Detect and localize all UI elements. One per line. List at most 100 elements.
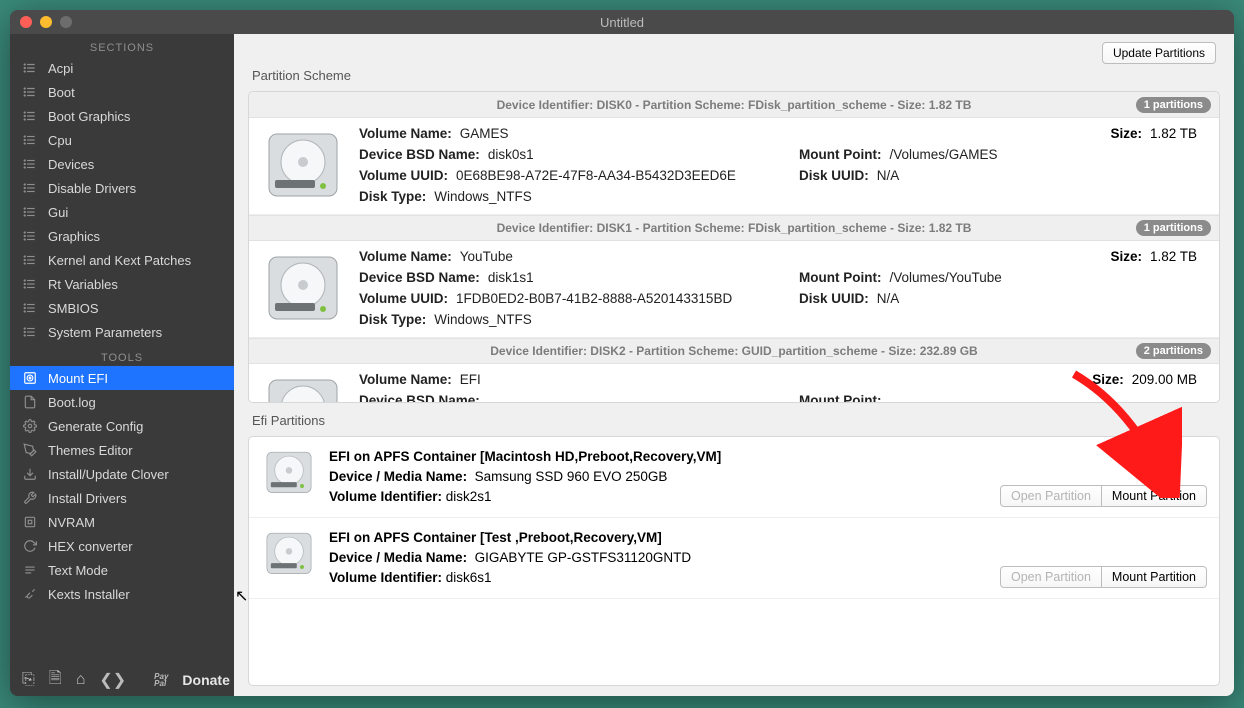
sidebar-item-label: Cpu (48, 133, 72, 148)
disk-icon (263, 528, 315, 580)
sidebar-item-label: Mount EFI (48, 371, 108, 386)
wrench-icon (22, 491, 38, 505)
sidebar-item-boot-graphics[interactable]: Boot Graphics (10, 104, 234, 128)
file-icon[interactable]: 🗎 (49, 667, 62, 694)
sidebar-item-label: Generate Config (48, 419, 143, 434)
partition-scheme-panel[interactable]: Device Identifier: DISK0 - Partition Sch… (248, 91, 1220, 403)
app-window: Untitled SECTIONS Acpi Boot Boot Graphics C… (10, 10, 1234, 696)
sidebar-item-label: Graphics (48, 229, 100, 244)
titlebar: Untitled (10, 10, 1234, 34)
disk-icon (263, 447, 315, 499)
efi-row[interactable]: EFI on APFS Container [Macintosh HD,Preb… (249, 437, 1219, 518)
update-partitions-button[interactable]: Update Partitions (1102, 42, 1216, 64)
sidebar-item-label: NVRAM (48, 515, 95, 530)
partition-row[interactable]: Volume Name:GAMES Device BSD Name:disk0s… (249, 118, 1219, 215)
device-header: Device Identifier: DISK2 - Partition Sch… (249, 338, 1219, 364)
sidebar-item-hex-converter[interactable]: HEX converter (10, 534, 234, 558)
sidebar-item-mount-efi[interactable]: Mount EFI (10, 366, 234, 390)
maximize-icon[interactable] (60, 16, 72, 28)
partition-row[interactable]: Volume Name:EFI Device BSD Name: Mount P… (249, 364, 1219, 403)
sidebar-item-themes-editor[interactable]: Themes Editor (10, 438, 234, 462)
list-icon (22, 229, 38, 243)
home-icon[interactable]: ⌂ (76, 671, 86, 689)
partitions-badge: 2 partitions (1136, 343, 1211, 359)
sidebar-item-install-update-clover[interactable]: Install/Update Clover (10, 462, 234, 486)
sidebar-item-kernel-and-kext-patches[interactable]: Kernel and Kext Patches (10, 248, 234, 272)
sidebar-item-system-parameters[interactable]: System Parameters (10, 320, 234, 344)
list-icon (22, 133, 38, 147)
sidebar-item-label: Text Mode (48, 563, 108, 578)
gear-icon (22, 419, 38, 433)
list-icon (22, 109, 38, 123)
sidebar-item-boot-log[interactable]: Boot.log (10, 390, 234, 414)
open-partition-button[interactable]: Open Partition (1000, 566, 1101, 588)
export-icon[interactable]: ⎘ (22, 671, 35, 689)
disk-icon (263, 249, 343, 329)
sidebar-item-label: Acpi (48, 61, 73, 76)
sidebar-item-label: Disable Drivers (48, 181, 136, 196)
list-icon (22, 301, 38, 315)
download-icon (22, 467, 38, 481)
sidebar-item-label: Kernel and Kext Patches (48, 253, 191, 268)
sidebar-item-label: Rt Variables (48, 277, 118, 292)
paypal-icon: PayPal (154, 673, 168, 687)
sidebar-item-boot[interactable]: Boot (10, 80, 234, 104)
efi-partitions-title: Efi Partitions (234, 409, 1234, 436)
share-icon[interactable]: ❮❯ (99, 670, 126, 690)
disk-icon (263, 126, 343, 206)
disk-icon (263, 372, 343, 403)
close-icon[interactable] (20, 16, 32, 28)
sidebar-item-label: Gui (48, 205, 68, 220)
list-icon (22, 181, 38, 195)
sidebar-item-install-drivers[interactable]: Install Drivers (10, 486, 234, 510)
sidebar-item-nvram[interactable]: NVRAM (10, 510, 234, 534)
partitions-badge: 1 partitions (1136, 97, 1211, 113)
sidebar-item-kexts-installer[interactable]: Kexts Installer (10, 582, 234, 606)
device-header: Device Identifier: DISK1 - Partition Sch… (249, 215, 1219, 241)
efi-row[interactable]: EFI on APFS Container [Test ,Preboot,Rec… (249, 518, 1219, 599)
sidebar-item-disable-drivers[interactable]: Disable Drivers (10, 176, 234, 200)
sidebar-item-label: Boot.log (48, 395, 96, 410)
sidebar-item-label: SMBIOS (48, 301, 99, 316)
device-header-text: Device Identifier: DISK1 - Partition Sch… (497, 221, 972, 235)
mount-partition-button[interactable]: Mount Partition (1101, 566, 1207, 588)
sidebar-item-rt-variables[interactable]: Rt Variables (10, 272, 234, 296)
sidebar-item-graphics[interactable]: Graphics (10, 224, 234, 248)
sidebar-item-smbios[interactable]: SMBIOS (10, 296, 234, 320)
partition-row[interactable]: Volume Name:YouTube Device BSD Name:disk… (249, 241, 1219, 338)
sidebar-item-label: Install/Update Clover (48, 467, 169, 482)
donate-button[interactable]: Donate (182, 672, 229, 688)
list-icon (22, 325, 38, 339)
mount-partition-button[interactable]: Mount Partition (1101, 485, 1207, 507)
minimize-icon[interactable] (40, 16, 52, 28)
refresh-icon (22, 539, 38, 553)
sidebar-item-label: Boot Graphics (48, 109, 130, 124)
disk-icon (22, 371, 38, 385)
list-icon (22, 157, 38, 171)
sidebar: SECTIONS Acpi Boot Boot Graphics Cpu Devices… (10, 34, 234, 696)
sidebar-item-label: System Parameters (48, 325, 162, 340)
sidebar-item-devices[interactable]: Devices (10, 152, 234, 176)
sidebar-item-generate-config[interactable]: Generate Config (10, 414, 234, 438)
list-icon (22, 253, 38, 267)
partition-scheme-title: Partition Scheme (234, 64, 1234, 91)
window-title: Untitled (600, 15, 644, 30)
sections-header: SECTIONS (10, 34, 234, 56)
efi-title: EFI on APFS Container [Test ,Preboot,Rec… (329, 528, 1205, 548)
main-content: Update Partitions Partition Scheme Devic… (234, 34, 1234, 696)
tools-header: TOOLS (10, 344, 234, 366)
sidebar-item-acpi[interactable]: Acpi (10, 56, 234, 80)
partitions-badge: 1 partitions (1136, 220, 1211, 236)
list-icon (22, 277, 38, 291)
sidebar-item-gui[interactable]: Gui (10, 200, 234, 224)
sidebar-item-cpu[interactable]: Cpu (10, 128, 234, 152)
chip-icon (22, 515, 38, 529)
sidebar-item-text-mode[interactable]: Text Mode (10, 558, 234, 582)
text-icon (22, 563, 38, 577)
open-partition-button[interactable]: Open Partition (1000, 485, 1101, 507)
list-icon (22, 205, 38, 219)
device-header-text: Device Identifier: DISK2 - Partition Sch… (490, 344, 977, 358)
device-header: Device Identifier: DISK0 - Partition Sch… (249, 92, 1219, 118)
sidebar-item-label: Boot (48, 85, 75, 100)
cursor-icon: ↖ (235, 586, 248, 606)
